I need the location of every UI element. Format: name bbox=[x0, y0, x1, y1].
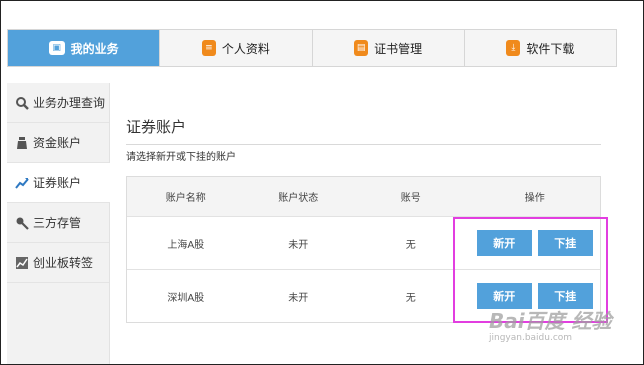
app-frame: ▣ 我的业务 ≡ 个人资料 ▤ 证书管理 ⤓ 软件下载 业务办理查询 资金账户 … bbox=[0, 0, 644, 365]
sidebar-item-securities-account[interactable]: 证券账户 bbox=[7, 163, 110, 203]
column-header: 账号 bbox=[400, 193, 421, 204]
sidebar-item-fund-account[interactable]: 资金账户 bbox=[7, 123, 109, 163]
main-content: 证券账户 请选择新开或下挂的账户 账户名称 账户状态 账号 操作 上海A股 未开… bbox=[111, 83, 617, 364]
account-number: 无 bbox=[405, 292, 416, 304]
sidebar-item-label: 资金账户 bbox=[33, 136, 82, 150]
title-divider bbox=[126, 144, 601, 145]
open-account-button[interactable]: 新开 bbox=[476, 230, 532, 256]
sidebar-item-label: 证券账户 bbox=[33, 176, 82, 190]
account-name: 深圳A股 bbox=[167, 292, 205, 304]
securities-account-table: 账户名称 账户状态 账号 操作 上海A股 未开 无 新开 下挂 深圳A股 未开 … bbox=[126, 176, 601, 323]
tab-personal-info[interactable]: ≡ 个人资料 bbox=[160, 30, 313, 66]
sidebar-item-label: 三方存管 bbox=[33, 216, 82, 230]
chart-icon bbox=[16, 256, 28, 269]
open-account-button[interactable]: 新开 bbox=[476, 283, 532, 309]
tab-label: 个人资料 bbox=[221, 41, 270, 56]
instruction-text: 请选择新开或下挂的账户 bbox=[126, 152, 236, 163]
account-status: 未开 bbox=[288, 239, 309, 251]
table-row: 深圳A股 未开 无 新开 下挂 bbox=[127, 270, 600, 322]
tab-my-business[interactable]: ▣ 我的业务 bbox=[8, 30, 161, 66]
briefcase-icon: ▣ bbox=[48, 41, 65, 55]
page-title: 证券账户 bbox=[126, 118, 187, 136]
sidebar-item-label: 创业板转签 bbox=[33, 256, 94, 270]
operations: 新开 下挂 bbox=[470, 230, 600, 256]
sidebar-item-gem-transfer[interactable]: 创业板转签 bbox=[7, 243, 109, 283]
account-status: 未开 bbox=[288, 292, 309, 304]
account-number: 无 bbox=[405, 239, 416, 251]
column-header: 操作 bbox=[524, 193, 545, 204]
sidebar: 业务办理查询 资金账户 证券账户 三方存管 创业板转签 bbox=[7, 83, 110, 364]
tab-label: 我的业务 bbox=[70, 41, 119, 56]
sidebar-item-label: 业务办理查询 bbox=[33, 96, 106, 110]
account-name: 上海A股 bbox=[167, 239, 205, 251]
table-header: 账户名称 账户状态 账号 操作 bbox=[127, 177, 600, 217]
certificate-icon: ▤ bbox=[354, 40, 369, 56]
tab-software-download[interactable]: ⤓ 软件下载 bbox=[465, 30, 616, 66]
tab-label: 证书管理 bbox=[374, 41, 423, 56]
sidebar-item-third-party-custody[interactable]: 三方存管 bbox=[7, 203, 109, 243]
attach-account-button[interactable]: 下挂 bbox=[537, 283, 593, 309]
key-icon bbox=[16, 217, 29, 230]
money-bag-icon bbox=[17, 136, 27, 149]
document-icon: ≡ bbox=[201, 40, 216, 56]
column-header: 账户名称 bbox=[165, 193, 206, 204]
tab-certificate[interactable]: ▤ 证书管理 bbox=[313, 30, 465, 66]
operations: 新开 下挂 bbox=[470, 283, 600, 309]
attach-account-button[interactable]: 下挂 bbox=[537, 230, 593, 256]
download-icon: ⤓ bbox=[506, 40, 521, 56]
tab-label: 软件下载 bbox=[526, 41, 575, 56]
search-icon bbox=[16, 96, 29, 110]
top-tabs: ▣ 我的业务 ≡ 个人资料 ▤ 证书管理 ⤓ 软件下载 bbox=[7, 29, 617, 67]
column-header: 账户状态 bbox=[278, 193, 319, 204]
trend-icon bbox=[15, 177, 29, 189]
table-row: 上海A股 未开 无 新开 下挂 bbox=[127, 217, 600, 270]
sidebar-item-business-query[interactable]: 业务办理查询 bbox=[7, 83, 109, 123]
